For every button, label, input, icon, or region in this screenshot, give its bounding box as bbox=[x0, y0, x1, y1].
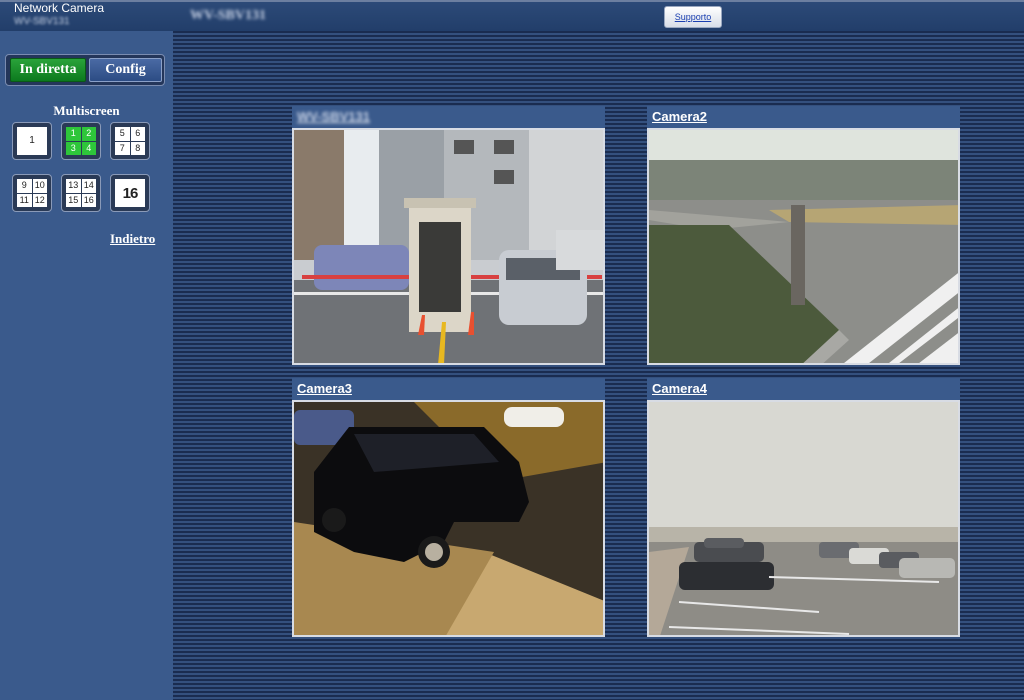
layout-cell: 8 bbox=[130, 141, 145, 155]
layout-cell: 9 bbox=[17, 179, 32, 193]
camera-panel-4: Camera4 bbox=[647, 378, 960, 639]
layout-cell: 5 bbox=[115, 127, 130, 141]
layout-quad-9-12-button[interactable]: 9 10 11 12 bbox=[12, 174, 52, 212]
camera-title-4: Camera4 bbox=[647, 378, 960, 400]
camera-title-2: Camera2 bbox=[647, 106, 960, 128]
camera-panel-1: WV-SBV131 bbox=[292, 106, 605, 367]
camera-panel-3: Camera3 bbox=[292, 378, 605, 639]
top-header: Network Camera WV-SBV131 WV-SBV131 Suppo… bbox=[0, 0, 1024, 31]
camera-title-3: Camera3 bbox=[292, 378, 605, 400]
camera-feed-image-2 bbox=[649, 130, 958, 363]
layout-quad-5-8-button[interactable]: 5 6 7 8 bbox=[110, 122, 150, 160]
layout-cell: 16 bbox=[81, 193, 96, 207]
layout-cell: 2 bbox=[81, 127, 96, 141]
layout-sixteen-icon: 16 bbox=[115, 179, 145, 207]
layout-cell: 12 bbox=[32, 193, 47, 207]
layout-quad-1-4-button[interactable]: 1 2 3 4 bbox=[61, 122, 101, 160]
layout-cell: 11 bbox=[17, 193, 32, 207]
camera-feed-3[interactable] bbox=[292, 400, 605, 637]
camera-model-title: WV-SBV131 bbox=[190, 8, 266, 23]
camera-feed-4[interactable] bbox=[647, 400, 960, 637]
camera-panel-2: Camera2 bbox=[647, 106, 960, 367]
brand: Network Camera WV-SBV131 bbox=[14, 2, 104, 28]
layout-quad-13-16-button[interactable]: 13 14 15 16 bbox=[61, 174, 101, 212]
layout-cell: 3 bbox=[66, 141, 81, 155]
brand-title: Network Camera bbox=[14, 1, 105, 15]
layout-cell: 13 bbox=[66, 179, 81, 193]
layout-cell: 15 bbox=[66, 193, 81, 207]
multiscreen-title: Multiscreen bbox=[53, 103, 120, 118]
layout-single-icon: 1 bbox=[17, 127, 47, 155]
tab-config[interactable]: Config bbox=[89, 58, 162, 82]
camera-title-1: WV-SBV131 bbox=[292, 106, 605, 128]
camera-feed-2[interactable] bbox=[647, 128, 960, 365]
layout-cell: 1 bbox=[66, 127, 81, 141]
mode-tabs: In diretta Config bbox=[5, 54, 165, 86]
tab-live[interactable]: In diretta bbox=[10, 58, 86, 82]
layout-single-button[interactable]: 1 bbox=[12, 122, 52, 160]
layout-cell: 6 bbox=[130, 127, 145, 141]
brand-model: WV-SBV131 bbox=[14, 16, 70, 27]
layout-quad-13-16-icon: 13 14 15 16 bbox=[66, 179, 96, 207]
support-button[interactable]: Supporto bbox=[664, 6, 722, 28]
layout-quad-9-12-icon: 9 10 11 12 bbox=[17, 179, 47, 207]
layout-cell: 1 bbox=[17, 127, 47, 155]
layout-sixteen-button[interactable]: 16 bbox=[110, 174, 150, 212]
layout-cell: 14 bbox=[81, 179, 96, 193]
layout-quad-5-8-icon: 5 6 7 8 bbox=[115, 127, 145, 155]
camera-grid: WV-SBV131 Camera2 Camera3 Camera4 bbox=[173, 31, 1024, 700]
back-link[interactable]: Indietro bbox=[110, 231, 155, 247]
layout-cell: 7 bbox=[115, 141, 130, 155]
camera-title-text: WV-SBV131 bbox=[297, 109, 370, 124]
camera-feed-image-3 bbox=[294, 402, 603, 635]
camera-feed-image-1 bbox=[294, 130, 603, 363]
camera-feed-1[interactable] bbox=[292, 128, 605, 365]
camera-feed-image-4 bbox=[649, 402, 958, 635]
layout-cell: 10 bbox=[32, 179, 47, 193]
sidebar: In diretta Config Multiscreen 1 1 2 3 4 … bbox=[0, 31, 173, 700]
layout-quad-1-4-icon: 1 2 3 4 bbox=[66, 127, 96, 155]
layout-cell: 16 bbox=[115, 179, 145, 207]
layout-cell: 4 bbox=[81, 141, 96, 155]
